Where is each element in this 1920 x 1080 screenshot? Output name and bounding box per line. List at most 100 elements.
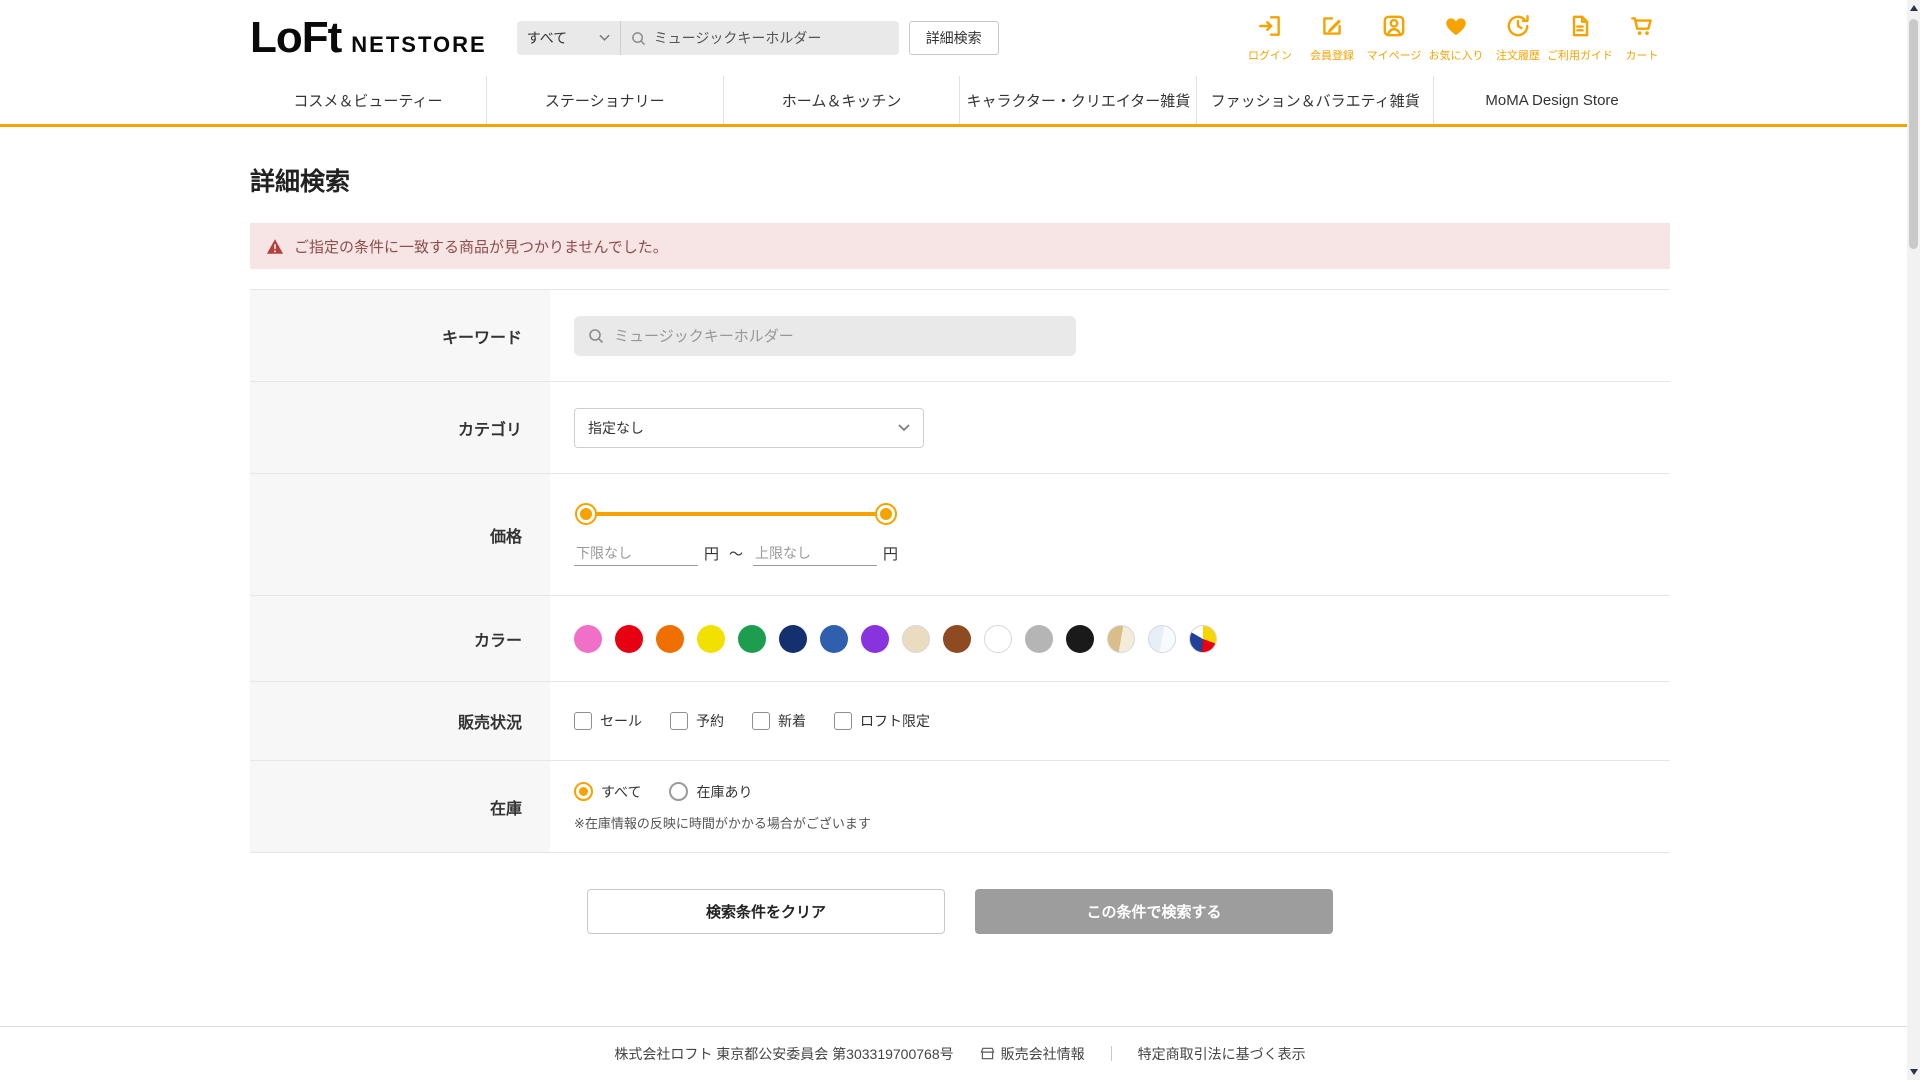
price-unit-label: 円 [704, 543, 719, 564]
stock-radio-in-stock[interactable]: 在庫あり [669, 782, 752, 802]
price-slider-handle-max[interactable] [875, 503, 897, 525]
checkbox-box [574, 712, 592, 730]
color-swatch-navy[interactable] [779, 625, 807, 653]
loft-logo[interactable]: LoFt NETSTORE [250, 16, 487, 60]
form-actions: 検索条件をクリア この条件で検索する [250, 889, 1670, 934]
detail-search-button[interactable]: 詳細検索 [909, 21, 999, 55]
nav-item-cosme[interactable]: コスメ＆ビューティー [250, 76, 486, 124]
keyword-value: ミュージックキーホルダー [614, 325, 794, 346]
checkbox-box [670, 712, 688, 730]
nav-item-fashion[interactable]: ファッション＆バラエティ雑貨 [1196, 76, 1433, 124]
price-separator: ～ [729, 544, 743, 564]
checkbox-label: 予約 [696, 711, 724, 731]
color-swatch-white[interactable] [984, 625, 1012, 653]
color-swatch-green[interactable] [738, 625, 766, 653]
radio-button-checked [574, 782, 593, 801]
alert-text: ご指定の条件に一致する商品が見つかりませんでした。 [294, 236, 668, 257]
search-submit-button[interactable]: この条件で検索する [975, 889, 1333, 934]
storefront-icon [980, 1046, 995, 1061]
chevron-down-icon [599, 34, 610, 42]
footer-company-text: 株式会社ロフト 東京都公安委員会 第303319700768号 [614, 1044, 953, 1064]
header-top-row: LoFt NETSTORE すべて ミュージックキーホルダ [250, 0, 1670, 76]
color-swatch-blue[interactable] [820, 625, 848, 653]
site-header: LoFt NETSTORE すべて ミュージックキーホルダ [0, 0, 1920, 127]
form-row-sales-status: 販売状況 セール 予約 新着 [250, 682, 1670, 761]
color-swatch-black[interactable] [1066, 625, 1094, 653]
checkbox-loft-limited[interactable]: ロフト限定 [834, 711, 930, 731]
scroll-up-arrow-icon[interactable] [1907, 0, 1920, 16]
utility-label: カート [1626, 47, 1659, 63]
logo-loft-text: LoFt [250, 16, 341, 60]
price-inputs: 円 ～ 円 [574, 541, 906, 566]
color-swatch-multicolor[interactable] [1189, 625, 1217, 653]
footer-link-company-info[interactable]: 販売会社情報 [980, 1044, 1085, 1064]
scroll-down-arrow-icon[interactable] [1907, 1064, 1920, 1080]
price-min-input[interactable] [574, 541, 698, 566]
checkbox-new[interactable]: 新着 [752, 711, 806, 731]
form-row-stock: 在庫 すべて 在庫あり ※在庫情報の反映に時間がか [250, 761, 1670, 853]
advanced-search-form: キーワード ミュージックキーホルダー カテゴリ [250, 289, 1670, 853]
price-range-slider[interactable] [586, 503, 886, 525]
slider-track [586, 512, 886, 516]
color-swatch-purple[interactable] [861, 625, 889, 653]
header-search-box: すべて ミュージックキーホルダー [517, 21, 899, 55]
search-category-value: すべて [527, 28, 567, 48]
nav-item-home-kitchen[interactable]: ホーム＆キッチン [723, 76, 960, 124]
register-pencil-icon [1319, 13, 1345, 44]
stock-radio-all[interactable]: すべて [574, 782, 641, 802]
page-title: 詳細検索 [250, 167, 1670, 197]
category-label: カテゴリ [250, 382, 550, 473]
utility-label: 注文履歴 [1496, 47, 1540, 63]
user-icon [1381, 13, 1407, 44]
price-max-input[interactable] [753, 541, 877, 566]
radio-button-unchecked [669, 782, 688, 801]
utility-order-history[interactable]: 注文履歴 [1490, 13, 1546, 63]
heart-icon [1443, 13, 1469, 44]
login-icon [1257, 13, 1283, 44]
nav-item-stationery[interactable]: ステーショナリー [486, 76, 723, 124]
utility-favorites[interactable]: お気に入り [1428, 13, 1484, 63]
nav-item-moma[interactable]: MoMA Design Store [1433, 76, 1670, 124]
utility-login[interactable]: ログイン [1242, 13, 1298, 63]
color-swatch-brown[interactable] [943, 625, 971, 653]
utility-label: マイページ [1367, 47, 1422, 63]
color-swatch-gray[interactable] [1025, 625, 1053, 653]
search-icon [631, 31, 646, 46]
color-swatch-gold[interactable] [1107, 625, 1135, 653]
clear-conditions-button[interactable]: 検索条件をクリア [587, 889, 945, 934]
color-swatch-yellow[interactable] [697, 625, 725, 653]
utility-register[interactable]: 会員登録 [1304, 13, 1360, 63]
color-swatch-pink[interactable] [574, 625, 602, 653]
price-unit-label: 円 [883, 543, 898, 564]
color-swatch-beige[interactable] [902, 625, 930, 653]
checkbox-sale[interactable]: セール [574, 711, 642, 731]
scrollbar[interactable] [1907, 0, 1920, 1080]
utility-label: ご利用ガイド [1547, 47, 1613, 63]
price-slider-handle-min[interactable] [575, 503, 597, 525]
history-clock-icon [1505, 13, 1531, 44]
header-search-input[interactable]: ミュージックキーホルダー [621, 21, 899, 55]
stock-note: ※在庫情報の反映に時間がかかる場合がございます [574, 813, 871, 832]
nav-item-character[interactable]: キャラクター・クリエイター雑貨 [959, 76, 1196, 124]
utility-guide[interactable]: ご利用ガイド [1552, 13, 1608, 63]
footer-separator [1111, 1046, 1112, 1061]
stock-label: 在庫 [250, 761, 550, 852]
header-search: すべて ミュージックキーホルダー 詳細検索 [517, 21, 999, 55]
color-swatch-orange[interactable] [656, 625, 684, 653]
guide-document-icon [1567, 13, 1593, 44]
color-swatch-silver[interactable] [1148, 625, 1176, 653]
utility-mypage[interactable]: マイページ [1366, 13, 1422, 63]
checkbox-box [834, 712, 852, 730]
scrollbar-thumb[interactable] [1909, 19, 1918, 249]
search-category-select[interactable]: すべて [517, 21, 621, 55]
color-swatch-red[interactable] [615, 625, 643, 653]
footer-link-law[interactable]: 特定商取引法に基づく表示 [1138, 1044, 1306, 1064]
chevron-down-icon [898, 424, 910, 432]
category-select[interactable]: 指定なし [574, 408, 924, 448]
utility-cart[interactable]: カート [1614, 13, 1670, 63]
footer-link-label: 販売会社情報 [1001, 1044, 1085, 1064]
sales-status-label: 販売状況 [250, 682, 550, 760]
footer: 株式会社ロフト 東京都公安委員会 第303319700768号 販売会社情報 特… [0, 1026, 1920, 1080]
keyword-input[interactable]: ミュージックキーホルダー [574, 316, 1076, 356]
checkbox-reservation[interactable]: 予約 [670, 711, 724, 731]
